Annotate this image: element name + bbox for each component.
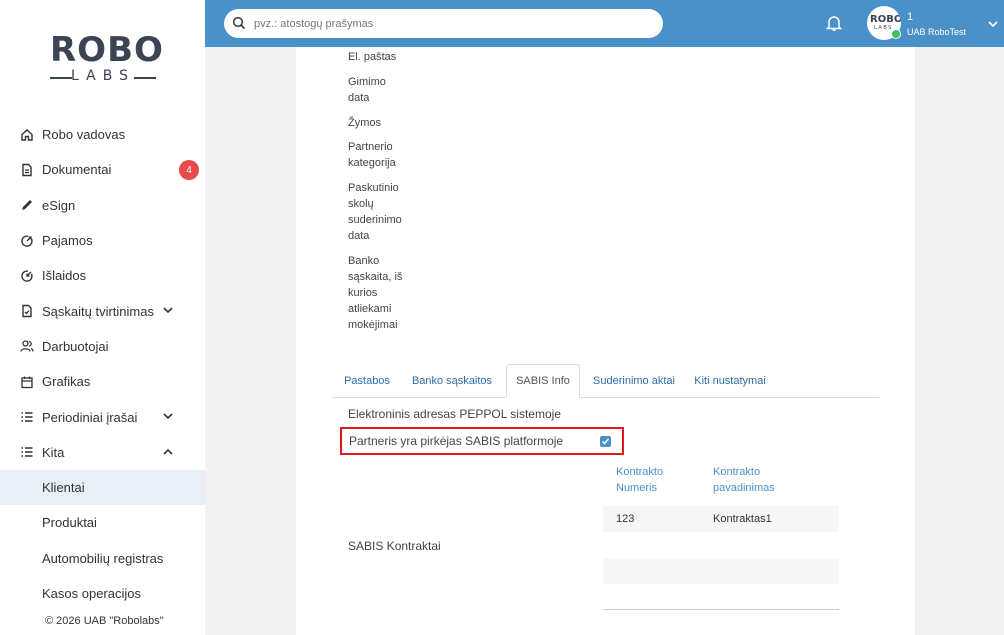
sidebar-item-label: Darbuotojai: [42, 338, 109, 354]
field-label-last-reconciliation-date: Paskutinio skolų suderinimo data: [348, 182, 402, 242]
chevron-up-icon[interactable]: [162, 446, 174, 458]
users-icon: [20, 339, 34, 353]
home-icon: [20, 128, 34, 142]
copyright-text: © 2026 UAB "Robolabs": [45, 615, 164, 627]
sidebar-item-automobiliu-registras[interactable]: Automobilių registras: [0, 541, 205, 576]
tab-sabis-info[interactable]: SABIS Info: [506, 364, 580, 398]
search-icon: [232, 16, 246, 30]
sidebar-item-label: Dokumentai: [42, 162, 112, 178]
sidebar-item-label: Robo vadovas: [42, 127, 126, 143]
sidebar-item-darbuotojai[interactable]: Darbuotojai: [0, 329, 205, 364]
top-header: ROBO LABS 1 UAB RoboTest: [205, 0, 1004, 47]
field-label-bank-account: Banko sąskaita, iš kurios atliekami mokė…: [348, 255, 403, 331]
sidebar-item-pajamos[interactable]: Pajamos: [0, 223, 205, 258]
sidebar-item-klientai[interactable]: Klientai: [0, 469, 205, 506]
avatar-logo-robo: ROBO: [870, 14, 901, 25]
tab-banko-saskaitos[interactable]: Banko sąskaitos: [406, 364, 498, 398]
list-icon: [20, 445, 34, 459]
calendar-icon: [20, 375, 34, 389]
sidebar-item-esign[interactable]: eSign: [0, 188, 205, 223]
online-status-dot: [891, 29, 901, 39]
sidebar-item-kita[interactable]: Kita: [0, 435, 205, 470]
sidebar-item-robo-vadovas[interactable]: Robo vadovas: [0, 117, 205, 152]
sidebar-item-label: Automobilių registras: [42, 550, 164, 566]
sidebar-item-label: Grafikas: [42, 374, 91, 390]
search-input[interactable]: [254, 14, 654, 33]
client-details-card: El. paštas Gimimo data Žymos Partnerio k…: [296, 47, 915, 635]
avatar-logo-labs: LABS: [874, 25, 893, 31]
sidebar-item-dokumentai[interactable]: Dokumentai 4: [0, 152, 205, 187]
tab-bar: Pastabos Banko sąskaitos SABIS Info Sude…: [332, 364, 879, 398]
pen-icon: [20, 198, 34, 212]
sabis-buyer-checkbox[interactable]: [600, 436, 611, 447]
bell-icon[interactable]: [825, 14, 843, 32]
chevron-down-icon[interactable]: [987, 19, 999, 29]
user-number: 1: [907, 11, 914, 23]
table-row-empty: [603, 558, 839, 584]
sidebar-item-grafikas[interactable]: Grafikas: [0, 364, 205, 399]
field-label-partner-category: Partnerio kategorija: [348, 141, 396, 169]
tab-suderinimo-aktai[interactable]: Suderinimo aktai: [586, 364, 682, 398]
sidebar-item-label: Klientai: [42, 480, 85, 496]
logo-line-right: [134, 77, 156, 79]
sidebar-item-label: Produktai: [42, 515, 97, 531]
field-label-email: El. paštas: [348, 51, 397, 63]
sidebar-item-label: Periodiniai įrašai: [42, 409, 138, 425]
sidebar-item-label: Išlaidos: [42, 268, 87, 284]
contract-name-cell: Kontraktas1: [713, 513, 772, 525]
field-label-birth-date: Gimimo data: [348, 76, 386, 104]
search-box[interactable]: [224, 9, 663, 38]
notification-badge: 4: [179, 160, 199, 181]
sidebar-item-periodiniai-irasai[interactable]: Periodiniai įrašai: [0, 399, 205, 434]
sidebar-item-produktai[interactable]: Produktai: [0, 505, 205, 540]
page-scrollbar[interactable]: [995, 47, 1004, 635]
logo-text-labs: LABS: [71, 68, 135, 84]
table-header-contract-name[interactable]: Kontrakto pavadinimas: [713, 464, 783, 496]
field-label-tags: Žymos: [348, 117, 381, 129]
table-bottom-divider: [603, 609, 839, 610]
expense-icon: [20, 269, 34, 283]
sidebar-item-saskaitu-tvirtinimas[interactable]: Sąskaitų tvirtinimas: [0, 293, 205, 328]
sabis-buyer-label: Partneris yra pirkėjas SABIS platformoje: [349, 434, 564, 448]
tab-pastabos[interactable]: Pastabos: [332, 364, 402, 398]
sidebar-item-label: Kasos operacijos: [42, 586, 141, 601]
company-name: UAB RoboTest: [907, 27, 967, 37]
checkmark-icon: [601, 438, 610, 445]
table-header-contract-number[interactable]: Kontrakto Numeris: [616, 464, 676, 496]
sidebar-item-label: Pajamos: [42, 233, 93, 249]
chevron-down-icon[interactable]: [162, 304, 174, 316]
sidebar-item-label: Kita: [42, 444, 65, 460]
sidebar-item-kasos-operacijos[interactable]: Kasos operacijos: [0, 576, 205, 611]
logo-text-robo: ROBO: [50, 30, 164, 70]
income-icon: [20, 234, 34, 248]
sabis-contracts-label: SABIS Kontraktai: [348, 539, 441, 553]
chevron-down-icon[interactable]: [162, 410, 174, 422]
table-row[interactable]: 123 Kontraktas1: [603, 506, 839, 532]
sidebar-menu: Robo vadovas Dokumentai 4 eSign Pajamos: [0, 117, 205, 611]
document-icon: [20, 163, 34, 177]
sidebar: ROBO LABS Robo vadovas Dokumentai 4 eSig…: [0, 0, 205, 635]
sabis-buyer-row: Partneris yra pirkėjas SABIS platformoje: [340, 427, 624, 455]
sidebar-item-islaidos[interactable]: Išlaidos: [0, 258, 205, 293]
invoice-check-icon: [20, 304, 34, 318]
tab-kiti-nustatymai[interactable]: Kiti nustatymai: [688, 364, 772, 398]
sidebar-item-label: Sąskaitų tvirtinimas: [42, 303, 154, 319]
robolabs-logo[interactable]: ROBO LABS: [44, 30, 164, 86]
contract-number-cell: 123: [616, 513, 635, 525]
sidebar-item-label: eSign: [42, 197, 76, 213]
list-icon: [20, 410, 34, 424]
peppol-address-label: Elektroninis adresas PEPPOL sistemoje: [348, 407, 561, 421]
